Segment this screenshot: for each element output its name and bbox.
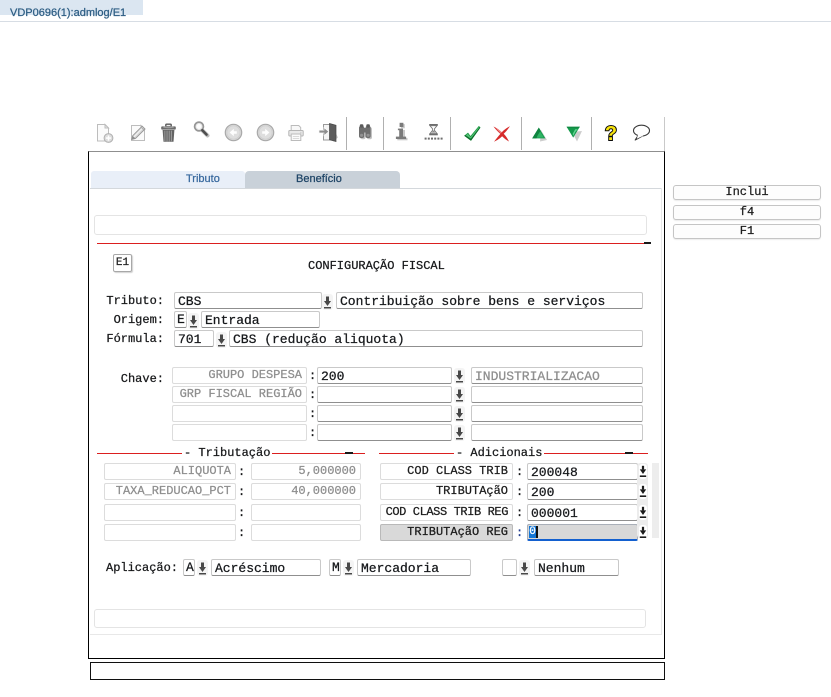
svg-text:?: ? — [605, 123, 617, 144]
